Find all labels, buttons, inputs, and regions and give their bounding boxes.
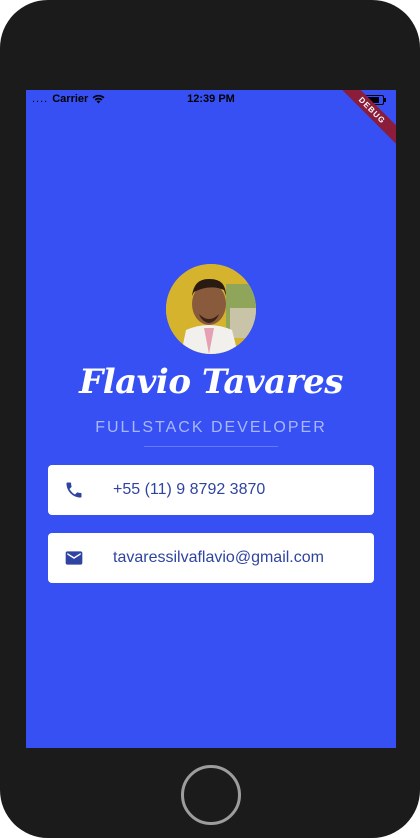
- home-button[interactable]: [181, 765, 241, 825]
- mail-icon: [65, 551, 83, 565]
- phone-number: +55 (11) 9 8792 3870: [113, 481, 266, 498]
- email-address: tavaressilvaflavio@gmail.com: [113, 549, 324, 566]
- phone-frame: .... Carrier 12:39 PM DEBUG Flavio Tavar…: [0, 0, 420, 838]
- avatar-photo: [166, 264, 256, 354]
- avatar: [166, 264, 256, 354]
- profile-title: FULLSTACK DEVELOPER: [95, 419, 327, 436]
- app-screen: .... Carrier 12:39 PM DEBUG Flavio Tavar…: [26, 90, 396, 748]
- phone-card[interactable]: +55 (11) 9 8792 3870: [48, 465, 374, 515]
- status-bar: .... Carrier 12:39 PM: [26, 90, 396, 110]
- divider: [144, 446, 278, 447]
- profile-name: Flavio Tavares: [79, 362, 343, 402]
- phone-icon: [66, 482, 82, 498]
- email-card[interactable]: tavaressilvaflavio@gmail.com: [48, 533, 374, 583]
- status-time: 12:39 PM: [187, 93, 235, 105]
